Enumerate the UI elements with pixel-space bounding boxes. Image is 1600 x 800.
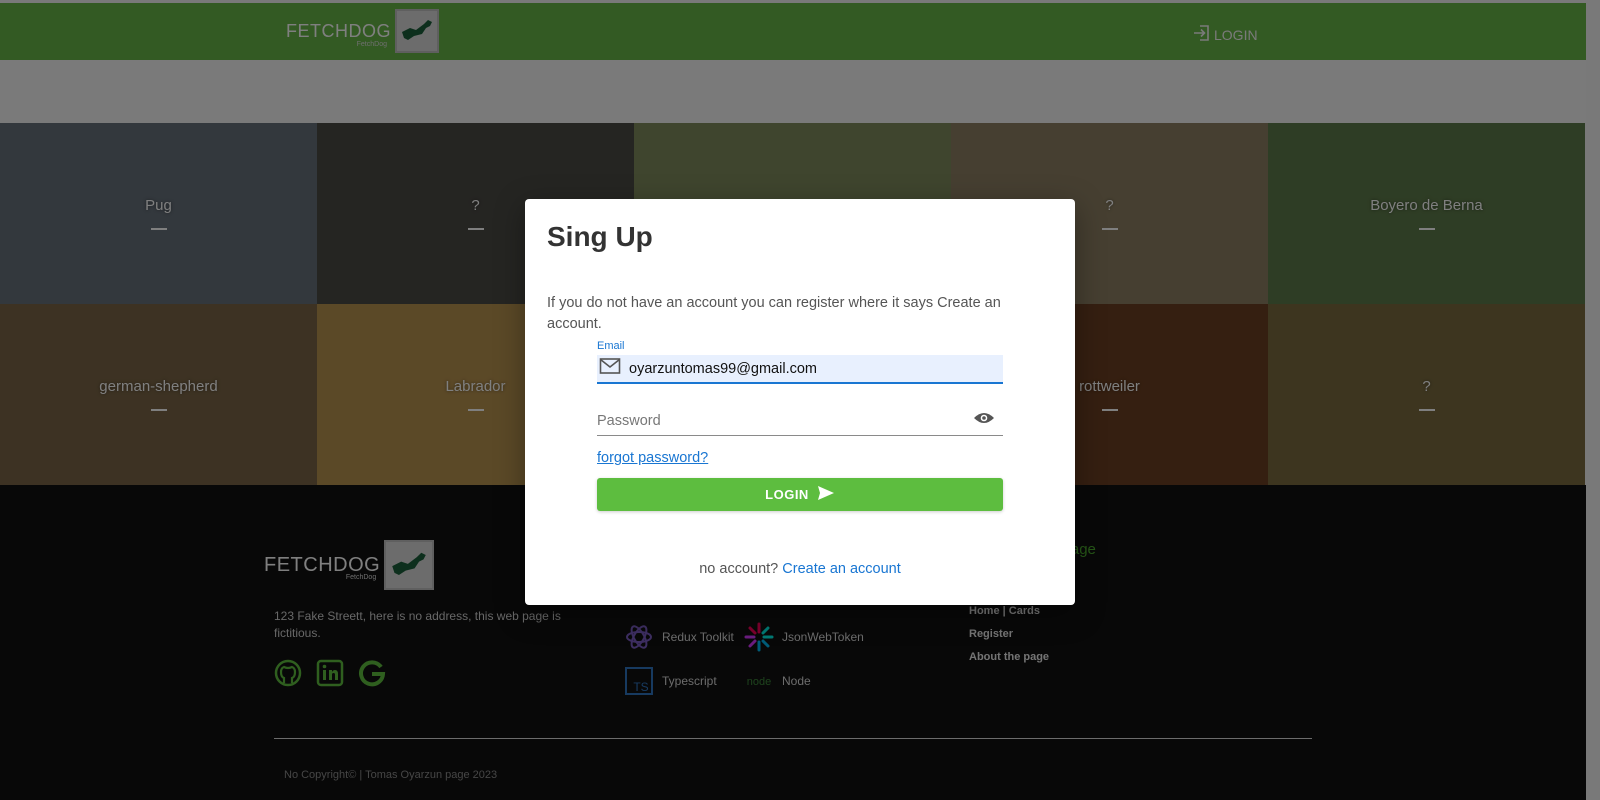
email-input[interactable]: [629, 360, 989, 377]
no-account-text: no account?: [699, 561, 779, 577]
send-icon: [817, 485, 835, 504]
email-label: Email: [597, 340, 625, 352]
create-account-link[interactable]: Create an account: [782, 561, 901, 577]
login-button-label: LOGIN: [765, 487, 809, 502]
show-password-eye-icon[interactable]: [973, 411, 995, 430]
mail-icon: [599, 357, 621, 380]
password-field[interactable]: [597, 406, 1003, 436]
signup-dialog: Sing Up If you do not have an account yo…: [525, 199, 1075, 605]
dialog-description: If you do not have an account you can re…: [547, 295, 1001, 332]
password-input[interactable]: [597, 412, 957, 429]
dialog-title: Sing Up: [547, 221, 653, 252]
email-field[interactable]: [597, 355, 1003, 384]
forgot-password-link[interactable]: forgot password?: [597, 450, 708, 466]
no-account-row: no account? Create an account: [525, 561, 1075, 577]
login-button[interactable]: LOGIN: [597, 478, 1003, 511]
